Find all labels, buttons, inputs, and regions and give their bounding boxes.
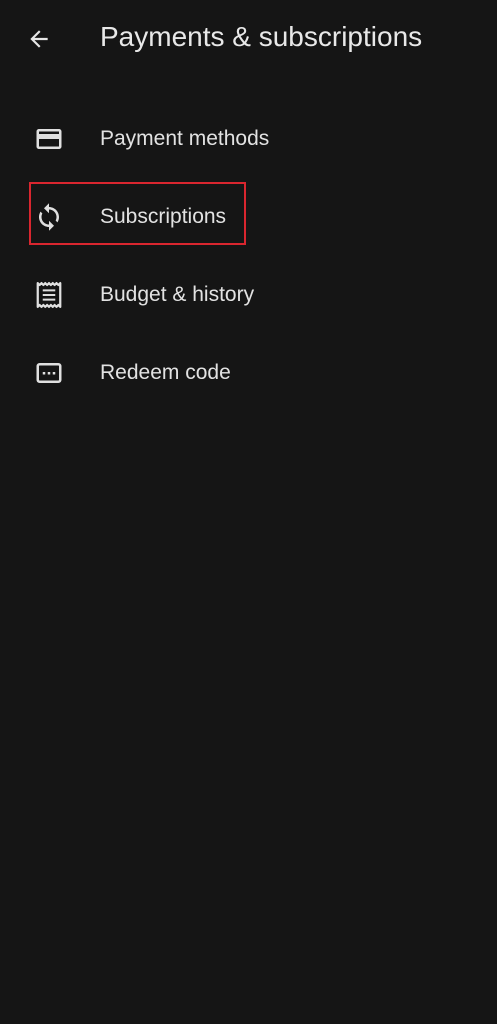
menu-item-label: Budget & history (100, 283, 255, 306)
back-button[interactable] (20, 20, 58, 58)
refresh-icon (34, 202, 64, 232)
menu-item-subscriptions[interactable]: Subscriptions (0, 178, 497, 256)
arrow-back-icon (26, 26, 52, 52)
menu-item-label: Subscriptions (100, 205, 227, 228)
receipt-icon (34, 280, 64, 310)
menu-list: Payment methods Subscriptions Budget & h… (0, 100, 497, 412)
menu-item-payment-methods[interactable]: Payment methods (0, 100, 497, 178)
page-title: Payments & subscriptions (100, 21, 423, 52)
menu-item-label: Payment methods (100, 127, 270, 150)
redeem-code-icon (34, 358, 64, 388)
app-bar: Payments & subscriptions (0, 0, 497, 76)
menu-item-budget-history[interactable]: Budget & history (0, 256, 497, 334)
menu-item-redeem-code[interactable]: Redeem code (0, 334, 497, 412)
credit-card-icon (34, 124, 64, 154)
menu-item-label: Redeem code (100, 361, 231, 384)
